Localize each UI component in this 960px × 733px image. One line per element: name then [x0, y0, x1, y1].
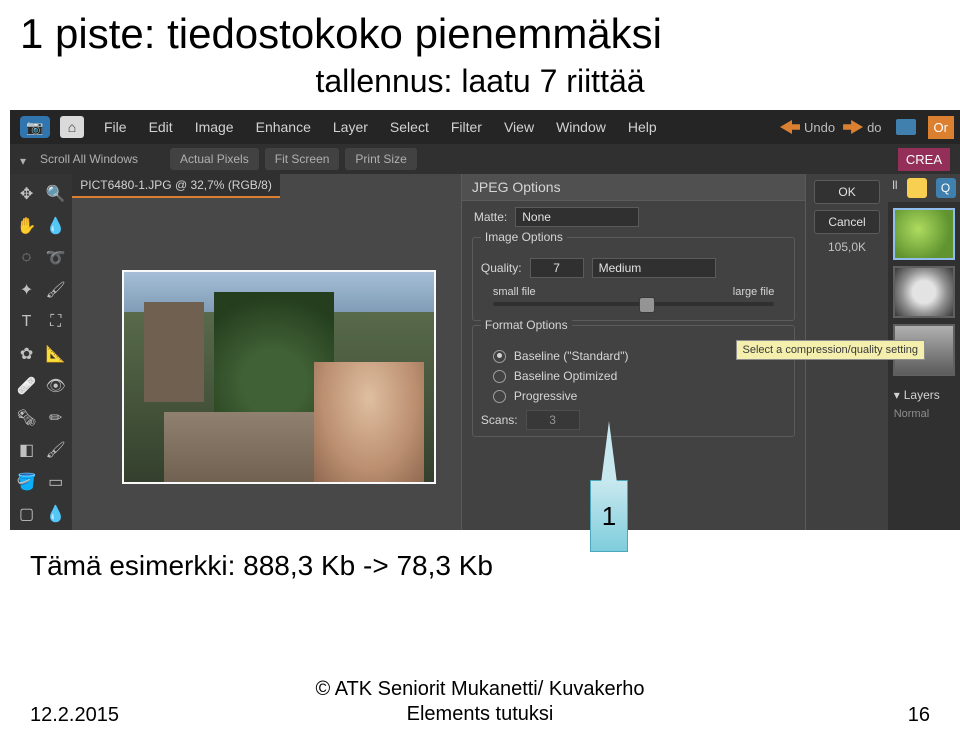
scans-input: 3: [526, 410, 580, 430]
print-size-button[interactable]: Print Size: [345, 148, 416, 170]
ok-button[interactable]: OK: [814, 180, 879, 204]
baseline-optimized-label: Baseline Optimized: [514, 369, 617, 383]
scroll-all-windows-checkbox[interactable]: Scroll All Windows: [40, 152, 138, 166]
format-options-title: Format Options: [481, 318, 572, 332]
baseline-standard-radio[interactable]: [493, 350, 506, 363]
menu-enhance[interactable]: Enhance: [256, 119, 311, 135]
camera-icon[interactable]: 📷: [20, 116, 50, 138]
brush-tool-icon[interactable]: 🖌: [43, 436, 68, 464]
home-icon[interactable]: ⌂: [60, 116, 84, 138]
baseline-optimized-radio[interactable]: [493, 370, 506, 383]
photoshop-elements-window: 📷 ⌂ File Edit Image Enhance Layer Select…: [10, 110, 960, 530]
filesize-readout: 105,0K: [806, 240, 887, 254]
large-file-label: large file: [733, 286, 775, 298]
lasso-tool-icon[interactable]: ➰: [43, 244, 68, 272]
menu-layer[interactable]: Layer: [333, 119, 368, 135]
image-options-group: Image Options Quality: 7 Medium small fi…: [472, 237, 795, 321]
matte-select[interactable]: None: [515, 207, 639, 227]
chevron-down-icon[interactable]: ▾: [894, 388, 900, 402]
effect-thumb[interactable]: [893, 208, 955, 260]
progressive-radio[interactable]: [493, 390, 506, 403]
zoom-tool-icon[interactable]: 🔍: [43, 180, 68, 208]
shape-tool-icon[interactable]: ▢: [14, 500, 39, 528]
crop-tool-icon[interactable]: ⛶: [43, 308, 68, 336]
marquee-tool-icon[interactable]: ◌: [14, 244, 39, 272]
move-tool-icon[interactable]: ✥: [14, 180, 39, 208]
eyedropper-tool-icon[interactable]: 💧: [43, 212, 68, 240]
straighten-tool-icon[interactable]: 📐: [43, 340, 68, 368]
dropdown-icon[interactable]: ▾: [20, 154, 34, 164]
slide-title: 1 piste: tiedostokoko pienemmäksi: [0, 0, 960, 58]
cancel-button[interactable]: Cancel: [814, 210, 879, 234]
quality-slider[interactable]: [493, 302, 774, 306]
menu-file[interactable]: File: [104, 119, 127, 135]
wand-tool-icon[interactable]: ✦: [14, 276, 39, 304]
blur-tool-icon[interactable]: 💧: [43, 500, 68, 528]
heal-tool-icon[interactable]: 🩹: [14, 372, 39, 400]
cookie-tool-icon[interactable]: ✿: [14, 340, 39, 368]
menu-window[interactable]: Window: [556, 119, 606, 135]
quality-label: Quality:: [481, 261, 522, 275]
blend-mode-select[interactable]: Normal: [888, 408, 960, 420]
fit-screen-button[interactable]: Fit Screen: [265, 148, 340, 170]
dialog-title: JPEG Options: [462, 174, 805, 201]
effect-thumb[interactable]: [893, 266, 955, 318]
quality-input[interactable]: 7: [530, 258, 584, 278]
gradient-tool-icon[interactable]: ▭: [43, 468, 68, 496]
image-options-title: Image Options: [481, 230, 567, 244]
undo-button[interactable]: Undo: [780, 120, 835, 135]
callout-1: 1: [590, 480, 628, 552]
menu-image[interactable]: Image: [195, 119, 234, 135]
menu-filter[interactable]: Filter: [451, 119, 482, 135]
example-text: Tämä esimerkki: 888,3 Kb -> 78,3 Kb: [0, 530, 960, 592]
redo-button[interactable]: do: [843, 120, 881, 135]
options-bar: ▾ Scroll All Windows Actual Pixels Fit S…: [10, 144, 960, 174]
quality-preset-select[interactable]: Medium: [592, 258, 716, 278]
quick-icon[interactable]: Q: [936, 178, 956, 198]
menu-help[interactable]: Help: [628, 119, 657, 135]
layers-title: Layers: [904, 388, 940, 402]
slider-thumb[interactable]: [639, 297, 655, 313]
pencil-tool-icon[interactable]: ✏: [43, 404, 68, 432]
tooltip: Select a compression/quality setting: [736, 340, 925, 360]
panel-label: ll: [892, 178, 897, 198]
hand-tool-icon[interactable]: ✋: [14, 212, 39, 240]
footer-date: 12.2.2015: [30, 704, 119, 727]
baseline-standard-label: Baseline ("Standard"): [514, 349, 629, 363]
redo-arrow-icon: [843, 120, 863, 134]
menu-bar: 📷 ⌂ File Edit Image Enhance Layer Select…: [10, 110, 960, 144]
progressive-label: Progressive: [514, 389, 577, 403]
menu-view[interactable]: View: [504, 119, 534, 135]
quick-select-tool-icon[interactable]: 🖌: [43, 276, 68, 304]
menu-edit[interactable]: Edit: [149, 119, 173, 135]
matte-label: Matte:: [474, 210, 507, 224]
organizer-button[interactable]: Or: [928, 116, 954, 139]
create-button[interactable]: CREA: [898, 148, 950, 171]
document-tab[interactable]: PICT6480-1.JPG @ 32,7% (RGB/8): [72, 174, 280, 198]
tool-palette: ✥ 🔍 ✋ 💧 ◌ ➰ ✦ 🖌 T ⛶ ✿ 📐 🩹 👁 🗞 ✏ ◧ 🖌 🪣 ▭ …: [10, 174, 72, 530]
eraser-tool-icon[interactable]: ◧: [14, 436, 39, 464]
bucket-tool-icon[interactable]: 🪣: [14, 468, 39, 496]
menu-select[interactable]: Select: [390, 119, 429, 135]
footer-page: 16: [908, 704, 930, 727]
canvas-area: PICT6480-1.JPG @ 32,7% (RGB/8): [72, 174, 461, 530]
actual-pixels-button[interactable]: Actual Pixels: [170, 148, 259, 170]
small-file-label: small file: [493, 286, 536, 298]
document-image[interactable]: [122, 270, 436, 484]
grid-icon[interactable]: [896, 119, 916, 135]
footer-credit: © ATK Seniorit Mukanetti/ Kuvakerho Elem…: [316, 677, 645, 727]
redeye-tool-icon[interactable]: 👁: [43, 372, 68, 400]
effects-icon[interactable]: [907, 178, 927, 198]
stamp-tool-icon[interactable]: 🗞: [14, 404, 39, 432]
scans-label: Scans:: [481, 413, 518, 427]
slide-subtitle: tallennus: laatu 7 riittää: [0, 58, 960, 110]
type-tool-icon[interactable]: T: [14, 308, 39, 336]
